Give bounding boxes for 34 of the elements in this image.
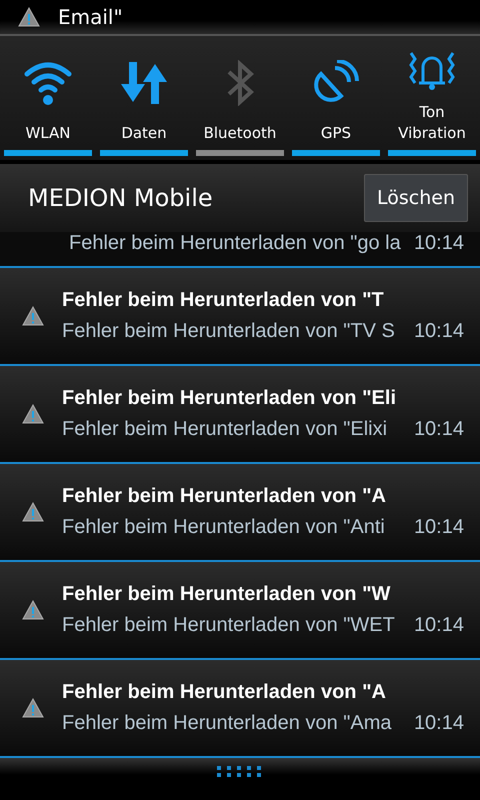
toggle-label[interactable]: Ton Vibration <box>388 102 476 144</box>
notification-time: 10:14 <box>414 516 464 539</box>
notification-time: 10:14 <box>414 614 464 637</box>
notification-title[interactable]: Fehler beim Herunterladen von "Eli <box>62 387 464 410</box>
warning-icon <box>22 502 44 522</box>
notification-text: Fehler beim Herunterladen von "TV S <box>62 320 395 343</box>
drag-handle-icon[interactable] <box>217 766 263 778</box>
up-down-arrows-icon <box>119 60 169 106</box>
warning-icon <box>22 600 44 620</box>
warning-icon <box>22 698 44 718</box>
toggle-label[interactable]: Daten <box>121 123 167 144</box>
notification-time: 10:14 <box>414 418 464 441</box>
notification-text: Fehler beim Herunterladen von "go la <box>69 232 401 255</box>
warning-icon <box>22 404 44 424</box>
warning-icon <box>18 7 40 27</box>
notification-text: Fehler beim Herunterladen von "WET <box>62 614 395 637</box>
notification-time: 10:14 <box>414 712 464 735</box>
notification-text: Fehler beim Herunterladen von "Anti <box>62 516 385 539</box>
toggle-label[interactable]: Bluetooth <box>204 123 276 144</box>
notification-text: Fehler beim Herunterladen von "Elixi <box>62 418 388 441</box>
wifi-icon <box>23 60 73 106</box>
notification-title[interactable]: Fehler beim Herunterladen von "A <box>62 681 464 704</box>
warning-icon <box>22 306 44 326</box>
notification-title[interactable]: Fehler beim Herunterladen von "A <box>62 485 464 508</box>
notification-time: 10:14 <box>414 320 464 343</box>
app-title: MEDION Mobile <box>28 184 213 212</box>
toggle-label[interactable]: GPS <box>320 123 352 144</box>
notification-time: 10:14 <box>414 232 464 255</box>
clear-button[interactable]: Löschen <box>364 174 468 222</box>
notification-title[interactable]: Fehler beim Herunterladen von "W <box>62 583 464 606</box>
toggle-label[interactable]: WLAN <box>25 123 70 144</box>
notification-title[interactable]: Fehler beim Herunterladen von "T <box>62 289 464 312</box>
notification-text: Fehler beim Herunterladen von "Ama <box>62 712 392 735</box>
ticker-text: Email" <box>58 5 123 29</box>
